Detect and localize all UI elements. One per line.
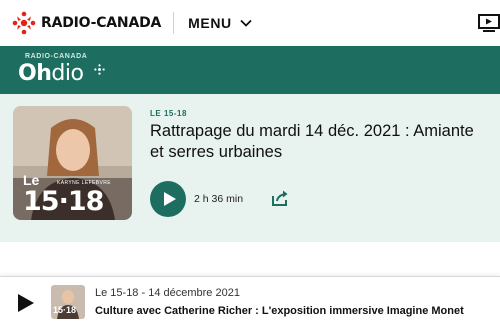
episode-title-line-2: et serres urbaines — [150, 143, 283, 161]
chevron-down-icon — [240, 19, 252, 27]
mini-player: 15·18 Le 15-18 - 14 décembre 2021 Cultur… — [0, 276, 500, 326]
episode-thumbnail[interactable]: KARYNE LEFEBVRE Le 15·18 — [13, 106, 132, 220]
episode-title-line-1: Rattrapage du mardi 14 déc. 2021 : Amian… — [150, 122, 474, 140]
mini-player-title[interactable]: Culture avec Catherine Richer : L'exposi… — [95, 305, 464, 317]
mini-player-subtitle: Le 15-18 - 14 décembre 2021 — [95, 287, 240, 299]
episode-card: KARYNE LEFEBVRE Le 15·18 LE 15-18 Rattra… — [0, 94, 500, 242]
ohdio-logo-light: dio — [51, 61, 84, 86]
content-spacer — [0, 242, 500, 276]
header-divider — [173, 12, 175, 34]
thumb-show-big: 15·18 — [23, 186, 104, 217]
ohdio-kicker: RADIO-CANADA — [25, 53, 88, 60]
episode-title[interactable]: Rattrapage du mardi 14 déc. 2021 : Amian… — [150, 121, 500, 163]
share-icon[interactable] — [270, 188, 290, 208]
menu-label: MENU — [188, 15, 232, 31]
tv-play-icon[interactable] — [478, 13, 500, 33]
ohdio-logo: Ohdio — [18, 61, 84, 86]
site-header: RADIO-CANADA MENU — [0, 0, 500, 46]
brand-name: RADIO-CANADA — [41, 15, 162, 31]
radio-canada-gem-icon — [12, 11, 36, 35]
mini-player-thumbnail: 15·18 — [51, 285, 85, 319]
ohdio-logo-bold: Oh — [18, 61, 52, 86]
play-button[interactable] — [150, 181, 186, 217]
mini-play-button[interactable] — [16, 294, 34, 312]
show-name[interactable]: LE 15-18 — [150, 109, 187, 118]
menu-button[interactable]: MENU — [188, 15, 252, 31]
ohdio-banner[interactable]: RADIO-CANADA Ohdio — [0, 46, 500, 94]
ohdio-gem-icon — [94, 64, 105, 75]
episode-duration: 2 h 36 min — [194, 193, 244, 205]
mini-thumb-label: 15·18 — [53, 305, 77, 315]
radio-canada-logo[interactable]: RADIO-CANADA — [12, 0, 161, 46]
